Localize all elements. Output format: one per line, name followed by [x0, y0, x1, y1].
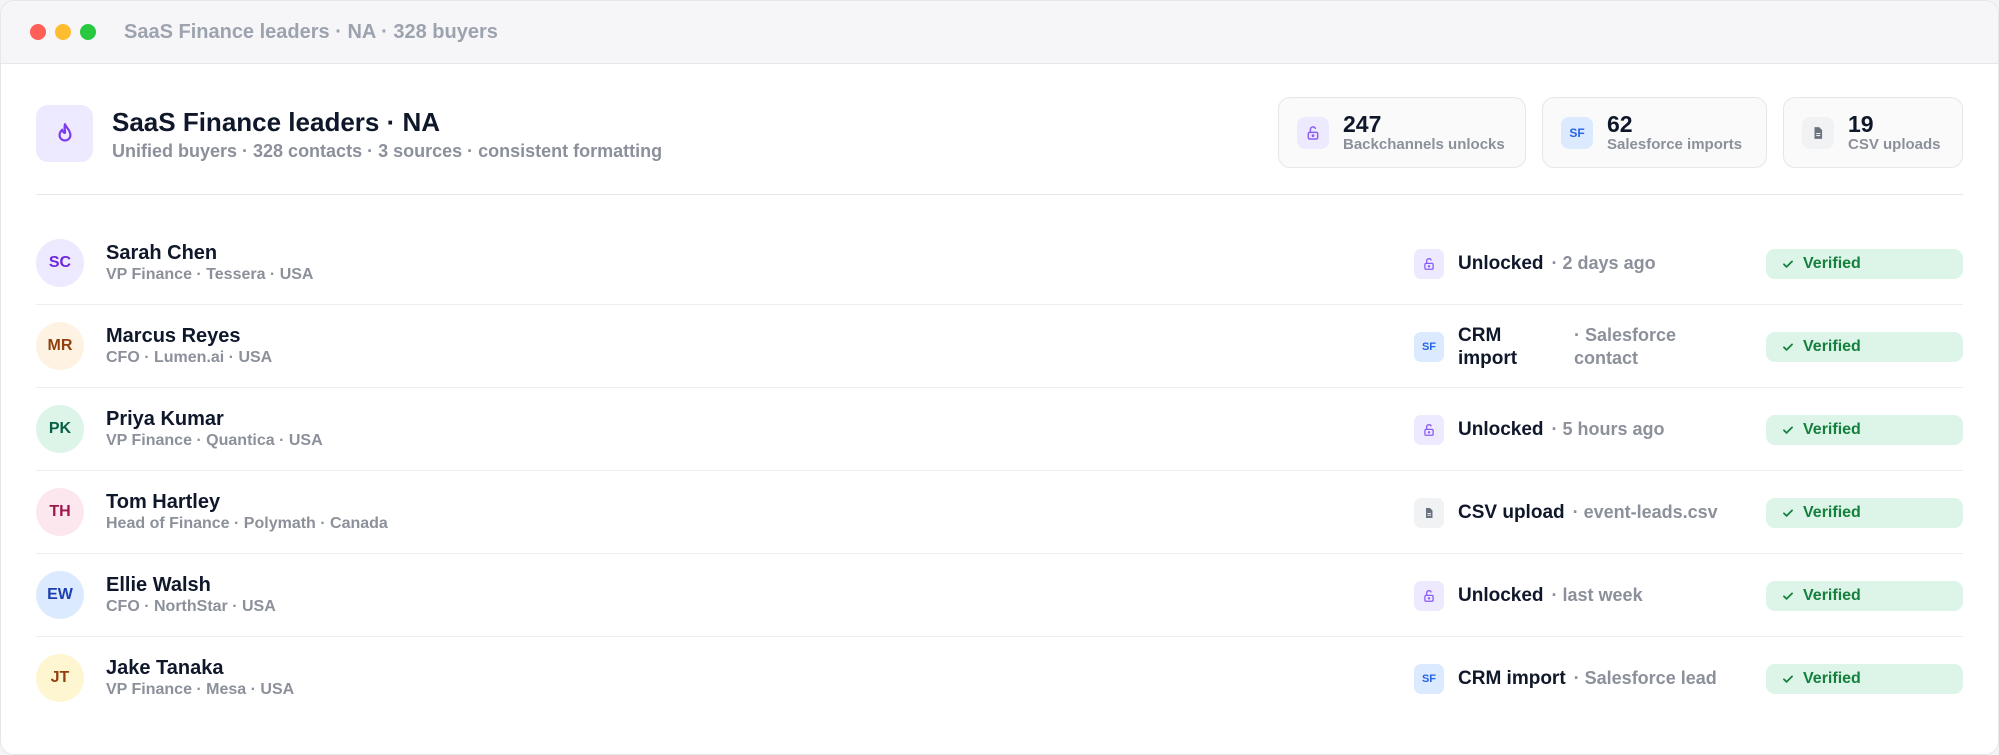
contact-meta: VP Finance · Quantica · USA	[106, 432, 323, 449]
stat-value: 62	[1607, 110, 1633, 137]
table-row[interactable]: MR Marcus Reyes CFO · Lumen.ai · USA SF …	[36, 305, 1963, 388]
contact-meta: VP Finance · Mesa · USA	[106, 681, 295, 698]
stat-value: 247	[1343, 110, 1382, 137]
stat-salesforce-imports[interactable]: SF 62 Salesforce imports	[1542, 97, 1767, 168]
stat-label: CSV uploads	[1848, 135, 1941, 153]
check-icon	[1783, 592, 1793, 600]
unlock-icon	[1414, 248, 1444, 279]
table-row[interactable]: SC Sarah Chen VP Finance · Tessera · USA…	[36, 222, 1963, 305]
table-row[interactable]: JT Jake Tanaka VP Finance · Mesa · USA S…	[36, 637, 1963, 720]
contact-name[interactable]: Tom Hartley	[106, 491, 220, 514]
avatar: PK	[36, 405, 84, 453]
status-label: Verified	[1803, 255, 1861, 272]
status-badge: Verified	[1766, 581, 1963, 611]
maximize-window-button[interactable]	[80, 24, 96, 40]
salesforce-icon: SF	[1561, 116, 1593, 149]
source-detail: · 2 days ago	[1551, 253, 1656, 273]
flame-icon	[36, 105, 93, 162]
salesforce-icon: SF	[1414, 331, 1444, 362]
source-detail: · 5 hours ago	[1551, 419, 1665, 439]
avatar: SC	[36, 239, 84, 287]
status-badge: Verified	[1766, 332, 1963, 362]
avatar: EW	[36, 571, 84, 619]
check-icon	[1783, 260, 1793, 268]
contact-meta: CFO · Lumen.ai · USA	[106, 349, 273, 366]
contact-meta: Head of Finance · Polymath · Canada	[106, 515, 388, 532]
stat-value: 19	[1848, 110, 1874, 137]
source-label: Unlocked	[1458, 252, 1544, 274]
contact-meta: VP Finance · Tessera · USA	[106, 266, 314, 283]
window-controls	[30, 24, 96, 40]
source-label: Unlocked	[1458, 418, 1544, 440]
avatar: MR	[36, 322, 84, 370]
status-badge: Verified	[1766, 664, 1963, 694]
check-icon	[1783, 426, 1793, 434]
source-cell: SF CRM import · Salesforce lead	[1414, 637, 1717, 720]
avatar: TH	[36, 488, 84, 536]
stats-group: 247 Backchannels unlocks SF 62 Salesforc…	[1278, 97, 1963, 168]
source-cell: Unlocked · 2 days ago	[1414, 222, 1656, 305]
file-icon	[1802, 116, 1834, 149]
check-icon	[1783, 675, 1793, 683]
source-cell: Unlocked · last week	[1414, 554, 1643, 637]
source-detail: · event-leads.csv	[1572, 502, 1718, 522]
check-icon	[1783, 509, 1793, 517]
status-badge: Verified	[1766, 249, 1963, 279]
table-row[interactable]: TH Tom Hartley Head of Finance · Polymat…	[36, 471, 1963, 554]
status-label: Verified	[1803, 504, 1861, 521]
source-cell: SF CRM import · Salesforce contact	[1414, 305, 1729, 388]
status-label: Verified	[1803, 421, 1861, 438]
unlock-icon	[1414, 414, 1444, 445]
status-label: Verified	[1803, 587, 1861, 604]
status-label: Verified	[1803, 670, 1861, 687]
status-label: Verified	[1803, 338, 1861, 355]
page-title: SaaS Finance leaders · NA	[112, 107, 441, 137]
unlock-icon	[1414, 580, 1444, 611]
status-badge: Verified	[1766, 498, 1963, 528]
contact-name[interactable]: Priya Kumar	[106, 408, 224, 431]
stat-label: Backchannels unlocks	[1343, 135, 1505, 153]
page-subtitle: Unified buyers · 328 contacts · 3 source…	[112, 141, 663, 161]
stat-csv-uploads[interactable]: 19 CSV uploads	[1783, 97, 1963, 168]
contact-name[interactable]: Sarah Chen	[106, 242, 217, 265]
app-window: SaaS Finance leaders · NA · 328 buyers S…	[0, 0, 1999, 755]
stat-label: Salesforce imports	[1607, 135, 1743, 153]
list-header: SaaS Finance leaders · NA Unified buyers…	[36, 97, 1963, 195]
source-detail: · Salesforce lead	[1573, 668, 1717, 688]
table-row[interactable]: EW Ellie Walsh CFO · NorthStar · USA Unl…	[36, 554, 1963, 637]
source-cell: CSV upload · event-leads.csv	[1414, 471, 1718, 554]
window-title: SaaS Finance leaders · NA · 328 buyers	[124, 20, 498, 43]
source-label: CRM import	[1458, 324, 1518, 369]
contact-name[interactable]: Jake Tanaka	[106, 657, 224, 680]
contact-name[interactable]: Ellie Walsh	[106, 574, 211, 597]
source-detail: · Salesforce contact	[1574, 324, 1677, 368]
source-label: CRM import	[1458, 667, 1566, 689]
close-window-button[interactable]	[30, 24, 46, 40]
minimize-window-button[interactable]	[55, 24, 71, 40]
file-icon	[1414, 497, 1444, 528]
title-bar: SaaS Finance leaders · NA · 328 buyers	[1, 1, 1998, 64]
status-badge: Verified	[1766, 415, 1963, 445]
source-label: Unlocked	[1458, 584, 1544, 606]
check-icon	[1783, 343, 1793, 351]
source-detail: · last week	[1551, 585, 1643, 605]
contact-name[interactable]: Marcus Reyes	[106, 325, 241, 348]
avatar: JT	[36, 654, 84, 702]
contact-meta: CFO · NorthStar · USA	[106, 598, 276, 615]
unlock-icon	[1297, 116, 1329, 149]
source-cell: Unlocked · 5 hours ago	[1414, 388, 1665, 471]
stat-backchannels-unlocks[interactable]: 247 Backchannels unlocks	[1278, 97, 1526, 168]
source-label: CSV upload	[1458, 501, 1565, 523]
table-row[interactable]: PK Priya Kumar VP Finance · Quantica · U…	[36, 388, 1963, 471]
contact-list: SC Sarah Chen VP Finance · Tessera · USA…	[36, 222, 1963, 720]
salesforce-icon: SF	[1414, 663, 1444, 694]
